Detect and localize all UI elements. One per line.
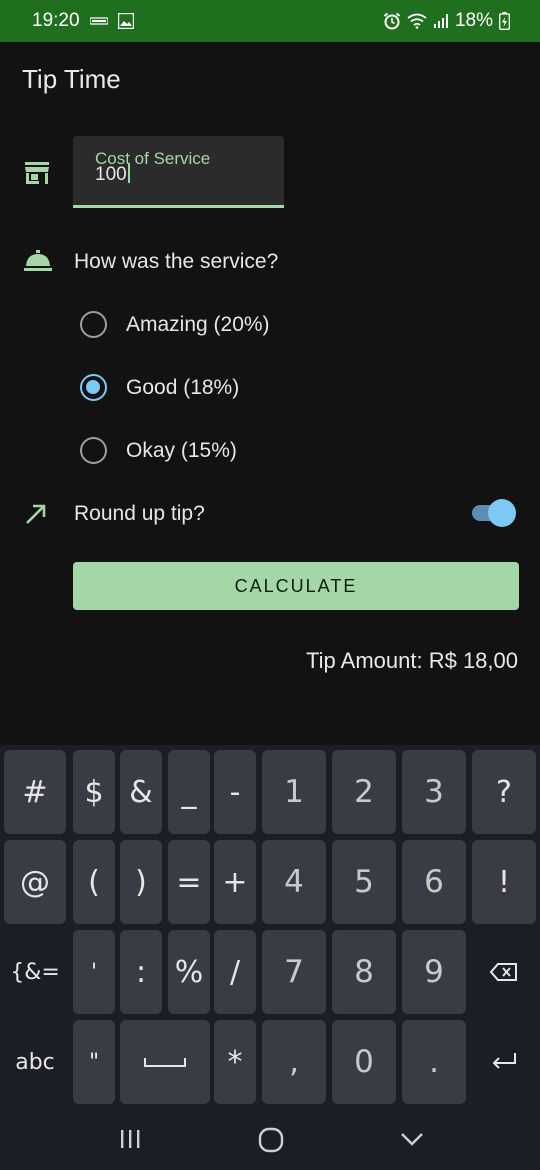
- key-5[interactable]: 5: [332, 840, 396, 924]
- back-icon[interactable]: [400, 1131, 424, 1147]
- calculate-button[interactable]: CALCULATE: [73, 562, 519, 610]
- key-plus[interactable]: +: [214, 840, 256, 924]
- switch-thumb: [488, 499, 516, 527]
- key-backspace[interactable]: [472, 930, 536, 1014]
- key-apostrophe[interactable]: ': [73, 930, 115, 1014]
- radio-good[interactable]: [80, 374, 107, 401]
- on-screen-keyboard: # $ & _ - 1 2 3 ? @ ( ) = + 4 5 6 ! {&= …: [0, 745, 540, 1170]
- key-hyphen[interactable]: -: [214, 750, 256, 834]
- key-underscore[interactable]: _: [168, 750, 210, 834]
- home-icon[interactable]: [258, 1127, 284, 1153]
- key-asterisk[interactable]: *: [214, 1020, 256, 1104]
- key-1[interactable]: 1: [262, 750, 326, 834]
- key-0[interactable]: 0: [332, 1020, 396, 1104]
- key-7[interactable]: 7: [262, 930, 326, 1014]
- key-2[interactable]: 2: [332, 750, 396, 834]
- image-icon: [117, 13, 134, 29]
- key-9[interactable]: 9: [402, 930, 466, 1014]
- key-enter[interactable]: [472, 1020, 536, 1104]
- option-okay-label: Okay (15%): [126, 438, 237, 462]
- key-slash[interactable]: /: [214, 930, 256, 1014]
- key-question[interactable]: ?: [472, 750, 536, 834]
- key-space[interactable]: [120, 1020, 210, 1104]
- key-4[interactable]: 4: [262, 840, 326, 924]
- round-up-label: Round up tip?: [74, 502, 205, 525]
- space-icon: [144, 1058, 186, 1067]
- enter-icon: [492, 1053, 516, 1069]
- voicemail-icon: [89, 17, 108, 25]
- key-abc-toggle[interactable]: abc: [4, 1020, 66, 1104]
- option-amazing-label: Amazing (20%): [126, 312, 270, 336]
- option-okay[interactable]: Okay (15%): [80, 437, 237, 464]
- key-colon[interactable]: :: [120, 930, 162, 1014]
- cost-value-text: 100: [95, 164, 127, 185]
- key-period[interactable]: .: [402, 1020, 466, 1104]
- room-service-icon: [24, 250, 52, 271]
- key-symbols-toggle[interactable]: {&=: [4, 930, 66, 1014]
- key-at[interactable]: @: [4, 840, 66, 924]
- round-up-switch[interactable]: [472, 499, 516, 527]
- option-amazing[interactable]: Amazing (20%): [80, 311, 270, 338]
- storefront-icon: [25, 162, 49, 184]
- key-equals[interactable]: =: [168, 840, 210, 924]
- key-close-paren[interactable]: ): [120, 840, 162, 924]
- service-question: How was the service?: [74, 250, 279, 273]
- status-time: 19:20: [32, 10, 80, 31]
- cost-field-value[interactable]: 100: [95, 163, 130, 186]
- key-percent[interactable]: %: [168, 930, 210, 1014]
- option-good[interactable]: Good (18%): [80, 374, 239, 401]
- battery-percent: 18%: [454, 10, 493, 31]
- wifi-icon: [407, 13, 427, 29]
- tip-amount-result: Tip Amount: R$ 18,00: [306, 648, 518, 673]
- app-title: Tip Time: [22, 64, 121, 94]
- radio-okay[interactable]: [80, 437, 107, 464]
- radio-amazing[interactable]: [80, 311, 107, 338]
- trending-up-icon: [26, 504, 46, 524]
- status-bar: 19:20 18%: [0, 0, 540, 42]
- key-8[interactable]: 8: [332, 930, 396, 1014]
- backspace-icon: [490, 963, 517, 981]
- recent-apps-icon[interactable]: [119, 1128, 141, 1150]
- key-hash[interactable]: #: [4, 750, 66, 834]
- text-cursor: [127, 163, 130, 183]
- key-open-paren[interactable]: (: [73, 840, 115, 924]
- option-good-label: Good (18%): [126, 375, 240, 399]
- key-ampersand[interactable]: &: [120, 750, 162, 834]
- battery-charging-icon: [499, 12, 510, 30]
- signal-icon: [433, 14, 448, 28]
- cost-of-service-field[interactable]: Cost of Service 100: [73, 136, 284, 208]
- alarm-icon: [383, 12, 401, 30]
- key-double-quote[interactable]: ": [73, 1020, 115, 1104]
- key-exclamation[interactable]: !: [472, 840, 536, 924]
- key-comma[interactable]: ,: [262, 1020, 326, 1104]
- key-6[interactable]: 6: [402, 840, 466, 924]
- key-dollar[interactable]: $: [73, 750, 115, 834]
- key-3[interactable]: 3: [402, 750, 466, 834]
